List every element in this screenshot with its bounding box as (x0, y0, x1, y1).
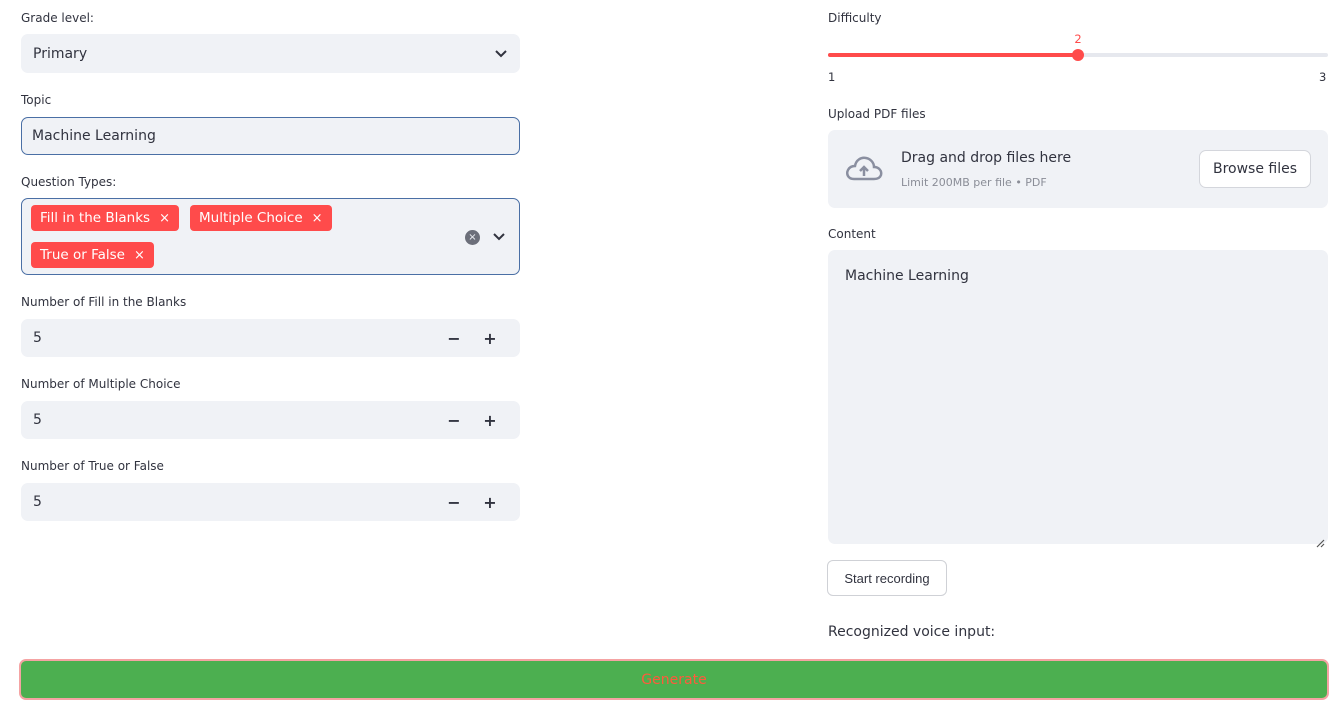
multiple-choice-count-value[interactable]: 5 (33, 412, 436, 428)
resize-handle-icon[interactable] (1316, 533, 1325, 552)
slider-thumb[interactable] (1072, 49, 1084, 61)
grade-level-label: Grade level: (21, 11, 94, 25)
grade-level-value: Primary (33, 45, 88, 62)
grade-level-select[interactable]: Primary (21, 34, 520, 73)
remove-tag-icon[interactable]: × (134, 248, 145, 263)
increment-button[interactable]: + (472, 401, 508, 439)
tag-true-or-false: True or False × (31, 242, 154, 268)
chevron-down-icon (494, 47, 508, 61)
dropzone-subtitle: Limit 200MB per file • PDF (901, 176, 1047, 189)
content-label: Content (828, 227, 876, 241)
start-recording-button[interactable]: Start recording (827, 560, 947, 596)
decrement-button[interactable]: − (436, 319, 472, 357)
content-textarea[interactable]: Machine Learning (828, 250, 1328, 544)
decrement-button[interactable]: − (436, 483, 472, 521)
file-dropzone[interactable]: Drag and drop files here Limit 200MB per… (828, 130, 1328, 208)
generate-button[interactable]: Generate (19, 659, 1329, 700)
true-false-count-input[interactable]: 5 − + (21, 483, 520, 521)
topic-label: Topic (21, 93, 52, 107)
slider-max-label: 3 (1319, 70, 1327, 84)
fill-blanks-count-input[interactable]: 5 − + (21, 319, 520, 357)
multiple-choice-count-label: Number of Multiple Choice (21, 377, 181, 391)
tag-label: True or False (40, 247, 125, 263)
decrement-button[interactable]: − (436, 401, 472, 439)
fill-blanks-count-value[interactable]: 5 (33, 330, 436, 346)
slider-fill (828, 53, 1078, 57)
tag-label: Multiple Choice (199, 210, 303, 226)
chevron-down-icon[interactable] (492, 230, 506, 244)
difficulty-slider[interactable]: 2 (828, 32, 1328, 61)
remove-tag-icon[interactable]: × (312, 211, 323, 226)
true-false-count-label: Number of True or False (21, 459, 164, 473)
topic-input[interactable] (21, 117, 520, 155)
increment-button[interactable]: + (472, 319, 508, 357)
upload-label: Upload PDF files (828, 107, 926, 121)
slider-min-label: 1 (828, 70, 836, 84)
increment-button[interactable]: + (472, 483, 508, 521)
cloud-upload-icon (844, 154, 884, 188)
true-false-count-value[interactable]: 5 (33, 494, 436, 510)
difficulty-label: Difficulty (828, 11, 882, 25)
question-types-multiselect[interactable]: Fill in the Blanks × Multiple Choice × T… (21, 198, 520, 275)
multiple-choice-count-input[interactable]: 5 − + (21, 401, 520, 439)
recognized-voice-label: Recognized voice input: (828, 624, 996, 640)
fill-blanks-count-label: Number of Fill in the Blanks (21, 295, 187, 309)
slider-value: 2 (1074, 32, 1082, 46)
browse-files-button[interactable]: Browse files (1199, 150, 1311, 188)
dropzone-title: Drag and drop files here (901, 150, 1072, 166)
clear-all-icon[interactable]: × (465, 230, 480, 245)
question-types-label: Question Types: (21, 175, 117, 189)
tag-label: Fill in the Blanks (40, 210, 151, 226)
remove-tag-icon[interactable]: × (159, 211, 170, 226)
tag-fill-in-the-blanks: Fill in the Blanks × (31, 205, 179, 231)
tag-multiple-choice: Multiple Choice × (190, 205, 332, 231)
